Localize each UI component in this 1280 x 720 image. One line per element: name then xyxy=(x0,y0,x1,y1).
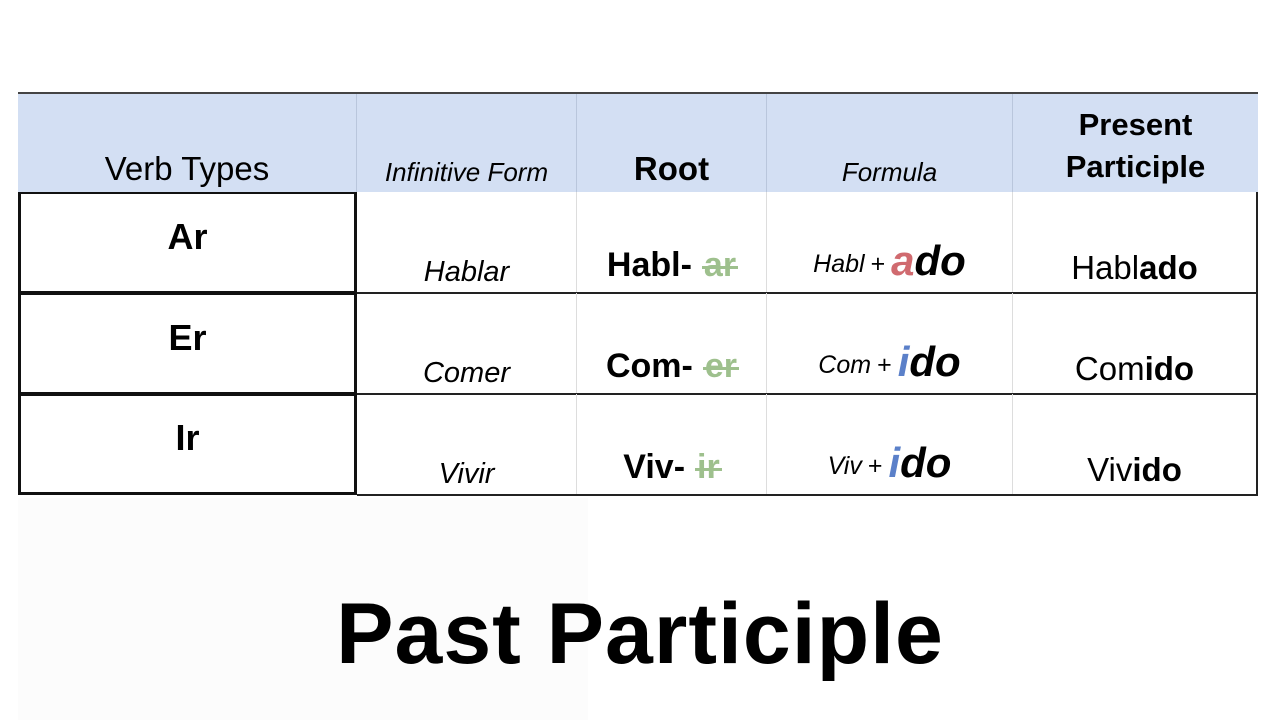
struck-ending: ar xyxy=(701,246,739,284)
header-root: Root xyxy=(577,94,767,194)
pp-root: Habl xyxy=(1071,249,1140,286)
formula-base: Habl xyxy=(813,250,865,278)
root-cell: Com- er xyxy=(577,293,767,394)
formula-base: Viv xyxy=(827,452,862,480)
table-header: Verb Types Infinitive Form Root Formula … xyxy=(18,92,1258,194)
root-cell: Viv- ir xyxy=(577,394,767,495)
formula-cell: Com + ido xyxy=(767,293,1013,394)
struck-ending: er xyxy=(702,347,740,385)
suffix-rest: do xyxy=(914,237,966,284)
header-pp-line1: Present xyxy=(1078,107,1193,142)
suffix-accent-letter: i xyxy=(888,439,901,486)
pp-root: Com xyxy=(1074,350,1145,387)
verb-type-cell: Ir xyxy=(18,394,357,495)
verb-type: Ir xyxy=(175,417,200,458)
header-formula: Formula xyxy=(767,94,1013,194)
formula-plus: + xyxy=(867,452,883,480)
table-row: Ir Vivir Viv- ir Viv + ido Viv ido xyxy=(18,394,1258,495)
pp-suffix: ado xyxy=(1139,249,1198,286)
root-cell: Habl- ar xyxy=(577,192,767,293)
root-stem: Habl- xyxy=(606,246,692,284)
past-participle-cell: Com ido xyxy=(1013,293,1258,394)
past-participle-cell: Viv ido xyxy=(1013,394,1258,495)
verb-type: Ar xyxy=(167,215,208,257)
verb-type-cell: Ar xyxy=(18,192,357,293)
verb-conjugation-table: Verb Types Infinitive Form Root Formula … xyxy=(18,92,1258,496)
formula-suffix: ido xyxy=(898,338,961,386)
header-pp-line2: Participle xyxy=(1065,149,1206,184)
table-bottom-border xyxy=(357,494,1258,496)
suffix-accent-letter: i xyxy=(897,338,910,385)
formula-base: Com xyxy=(818,351,872,379)
verb-type-cell: Er xyxy=(18,293,357,394)
infinitive-cell: Hablar xyxy=(357,192,577,293)
suffix-rest: do xyxy=(900,439,952,486)
pp-root: Viv xyxy=(1087,451,1133,488)
page-title: Past Participle xyxy=(336,586,944,682)
suffix-rest: do xyxy=(909,338,961,385)
formula-cell: Viv + ido xyxy=(767,394,1013,495)
infinitive-cell: Vivir xyxy=(357,394,577,495)
formula-plus: + xyxy=(877,351,892,379)
pp-suffix: ido xyxy=(1132,451,1182,488)
header-verb-types: Verb Types xyxy=(18,94,357,194)
root-stem: Viv- xyxy=(623,448,686,486)
formula-suffix: ido xyxy=(888,439,951,487)
suffix-accent-letter: a xyxy=(891,237,915,284)
struck-ending: ir xyxy=(695,448,722,486)
table-row: Ar Hablar Habl- ar Habl + ado Habl ado xyxy=(18,192,1258,293)
past-participle-cell: Habl ado xyxy=(1013,192,1258,293)
infinitive-cell: Comer xyxy=(357,293,577,394)
table-row: Er Comer Com- er Com + ido Com ido xyxy=(18,293,1258,394)
verb-type: Er xyxy=(168,316,207,358)
formula-plus: + xyxy=(870,250,886,278)
formula-suffix: ado xyxy=(891,237,966,285)
root-stem: Com- xyxy=(605,347,693,385)
pp-suffix: ido xyxy=(1144,350,1195,387)
formula-cell: Habl + ado xyxy=(767,192,1013,293)
header-present-participle: Present Participle xyxy=(1013,94,1258,194)
header-infinitive-form: Infinitive Form xyxy=(357,94,577,194)
